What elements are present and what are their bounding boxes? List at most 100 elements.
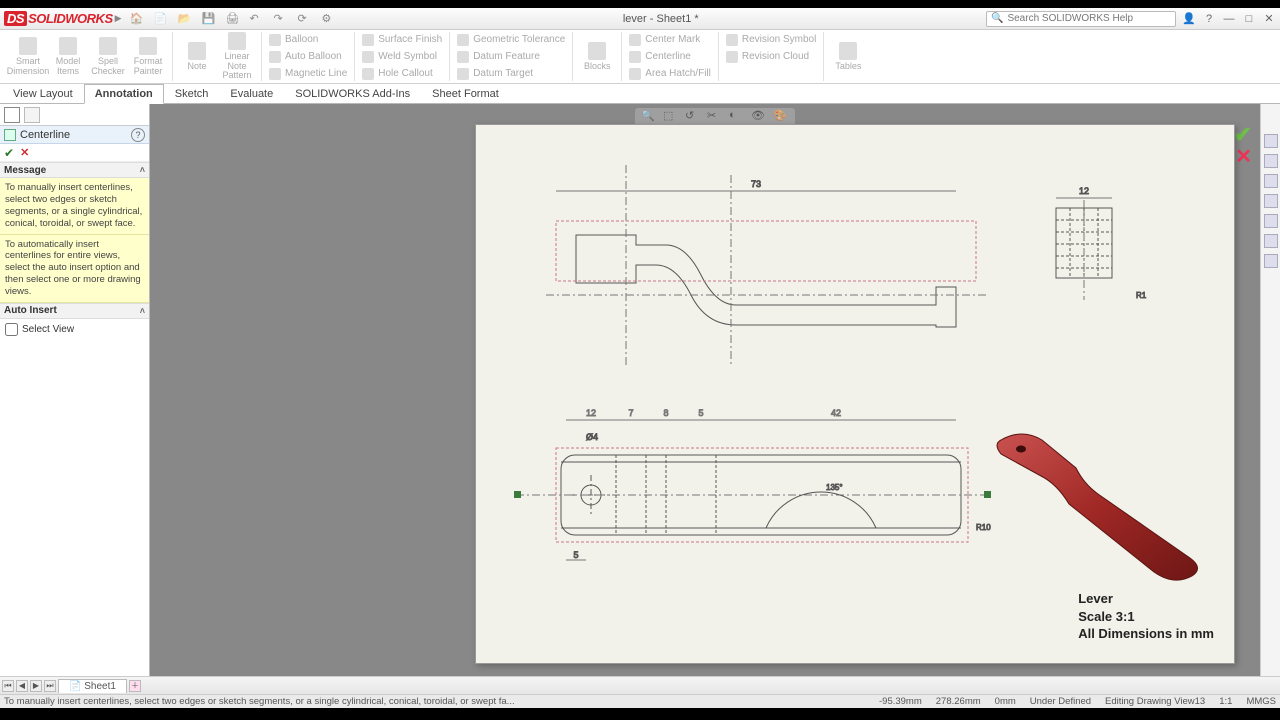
geometric-tolerance-button[interactable]: Geometric Tolerance <box>454 32 568 48</box>
status-scale[interactable]: 1:1 <box>1219 696 1232 707</box>
home-icon[interactable]: 🏠 <box>130 12 144 26</box>
taskpane-forum-icon[interactable] <box>1264 254 1278 268</box>
blocks-button[interactable]: Blocks <box>577 40 617 73</box>
redo-icon[interactable]: ↷ <box>274 12 288 26</box>
status-y: 278.26mm <box>936 696 981 707</box>
taskpane-home-icon[interactable] <box>1264 134 1278 148</box>
close-icon[interactable]: ✕ <box>1262 12 1276 26</box>
drawing-front-view[interactable]: 73 <box>516 165 1016 365</box>
display-style-icon[interactable]: ◐ <box>729 109 745 125</box>
status-mode: Editing Drawing View13 <box>1105 696 1205 707</box>
task-pane <box>1260 104 1280 676</box>
taskpane-library-icon[interactable] <box>1264 174 1278 188</box>
note-button[interactable]: Note <box>177 40 217 73</box>
tables-button[interactable]: Tables <box>828 40 868 73</box>
open-icon[interactable]: 📂 <box>178 12 192 26</box>
login-icon[interactable]: 👤 <box>1182 12 1196 26</box>
minimize-icon[interactable]: — <box>1222 12 1236 26</box>
taskpane-appearance-icon[interactable] <box>1264 214 1278 228</box>
pm-tab-feature-icon[interactable] <box>4 107 20 123</box>
doc-close-icon[interactable]: ✕ <box>1248 106 1256 117</box>
qat-expand-icon[interactable]: ▶ <box>115 13 122 24</box>
pm-help-icon[interactable]: ? <box>131 128 145 142</box>
pm-message-1: To manually insert centerlines, select t… <box>0 178 149 235</box>
zoom-area-icon[interactable]: ⬚ <box>663 109 679 125</box>
help-search-input[interactable]: 🔍Search SOLIDWORKS Help <box>986 11 1176 27</box>
confirm-corner-cancel-icon[interactable]: ✕ <box>1235 144 1252 169</box>
balloon-button[interactable]: Balloon <box>266 32 350 48</box>
centerline-button[interactable]: Centerline <box>626 49 714 65</box>
taskpane-props-icon[interactable] <box>1264 234 1278 248</box>
revision-symbol-button[interactable]: Revision Symbol <box>723 32 819 48</box>
sheet-add-icon[interactable]: ＋ <box>129 680 141 692</box>
doc-max-icon[interactable]: □ <box>1225 106 1231 117</box>
doc-float-icon[interactable]: ◻ <box>1235 106 1243 117</box>
spell-checker-button[interactable]: SpellChecker <box>88 35 128 78</box>
chevron-up-icon: ˄ <box>140 165 145 175</box>
center-mark-button[interactable]: Center Mark <box>626 32 714 48</box>
maximize-icon[interactable]: □ <box>1242 12 1256 26</box>
hole-callout-button[interactable]: Hole Callout <box>359 66 445 82</box>
auto-balloon-button[interactable]: Auto Balloon <box>266 49 350 65</box>
datum-target-button[interactable]: Datum Target <box>454 66 568 82</box>
options-icon[interactable]: ⚙ <box>322 12 336 26</box>
pm-cancel-icon[interactable]: ✕ <box>20 146 29 159</box>
tab-evaluate[interactable]: Evaluate <box>219 84 284 103</box>
graphics-viewport[interactable]: 🔍 ⬚ ↺ ✂ ◐ 👁 🎨 ✔ ✕ 73 <box>150 104 1280 676</box>
pm-tab-display-icon[interactable] <box>24 107 40 123</box>
svg-text:R1: R1 <box>1136 291 1147 300</box>
tab-addins[interactable]: SOLIDWORKS Add-Ins <box>284 84 421 103</box>
hide-show-icon[interactable]: 👁 <box>751 109 767 125</box>
svg-text:8: 8 <box>663 408 668 418</box>
tab-sketch[interactable]: Sketch <box>164 84 220 103</box>
edit-appearance-icon[interactable]: 🎨 <box>773 109 789 125</box>
pm-title-bar: Centerline ? <box>0 126 149 144</box>
surface-finish-button[interactable]: Surface Finish <box>359 32 445 48</box>
new-icon[interactable]: 📄 <box>154 12 168 26</box>
drawing-side-view[interactable]: 12 R1 <box>1036 180 1176 330</box>
prev-view-icon[interactable]: ↺ <box>685 109 701 125</box>
pm-section-message[interactable]: Message˄ <box>0 162 149 178</box>
sheet-prev-icon[interactable]: ◀ <box>16 680 28 692</box>
zoom-fit-icon[interactable]: 🔍 <box>641 109 657 125</box>
svg-text:42: 42 <box>831 408 841 418</box>
area-hatch-button[interactable]: Area Hatch/Fill <box>626 66 714 82</box>
taskpane-palette-icon[interactable] <box>1264 194 1278 208</box>
status-units[interactable]: MMGS <box>1246 696 1276 707</box>
sheet-next-icon[interactable]: ▶ <box>30 680 42 692</box>
select-view-input[interactable] <box>5 323 18 336</box>
tab-view-layout[interactable]: View Layout <box>2 84 84 103</box>
rebuild-icon[interactable]: ⟳ <box>298 12 312 26</box>
linear-note-pattern-button[interactable]: Linear NotePattern <box>217 30 257 82</box>
save-icon[interactable]: 💾 <box>202 12 216 26</box>
format-painter-button[interactable]: FormatPainter <box>128 35 168 78</box>
revision-cloud-button[interactable]: Revision Cloud <box>723 49 819 65</box>
model-items-button[interactable]: ModelItems <box>48 35 88 78</box>
taskpane-resources-icon[interactable] <box>1264 154 1278 168</box>
weld-symbol-button[interactable]: Weld Symbol <box>359 49 445 65</box>
sheet-last-icon[interactable]: ⏭ <box>44 680 56 692</box>
tab-sheet-format[interactable]: Sheet Format <box>421 84 510 103</box>
drawing-sheet[interactable]: 73 12 <box>475 124 1235 664</box>
sheet-tab-1[interactable]: 📄 Sheet1 <box>58 679 127 693</box>
pm-section-auto-insert[interactable]: Auto Insert˄ <box>0 303 149 319</box>
select-view-checkbox[interactable]: Select View <box>5 323 144 336</box>
pm-ok-icon[interactable]: ✔ <box>4 146 14 160</box>
tab-annotation[interactable]: Annotation <box>84 84 164 104</box>
sheet-first-icon[interactable]: ⏮ <box>2 680 14 692</box>
print-icon[interactable]: 🖨 <box>226 12 240 26</box>
title-right: 🔍Search SOLIDWORKS Help 👤 ? — □ ✕ <box>986 11 1276 27</box>
section-view-icon[interactable]: ✂ <box>707 109 723 125</box>
svg-text:12: 12 <box>586 408 596 418</box>
doc-window-controls: — □ ◻ ✕ <box>1211 106 1256 117</box>
smart-dimension-button[interactable]: SmartDimension <box>8 35 48 78</box>
datum-feature-button[interactable]: Datum Feature <box>454 49 568 65</box>
undo-icon[interactable]: ↶ <box>250 12 264 26</box>
help-icon[interactable]: ? <box>1202 12 1216 26</box>
doc-min-icon[interactable]: — <box>1211 106 1221 117</box>
property-manager: Centerline ? ✔ ✕ Message˄ To manually in… <box>0 104 150 676</box>
drawing-iso-view[interactable] <box>986 415 1216 595</box>
title-line-1: Lever <box>1078 590 1214 608</box>
magnetic-line-button[interactable]: Magnetic Line <box>266 66 350 82</box>
drawing-top-view[interactable]: 12 7 8 5 42 Ø4 <box>506 400 1016 600</box>
